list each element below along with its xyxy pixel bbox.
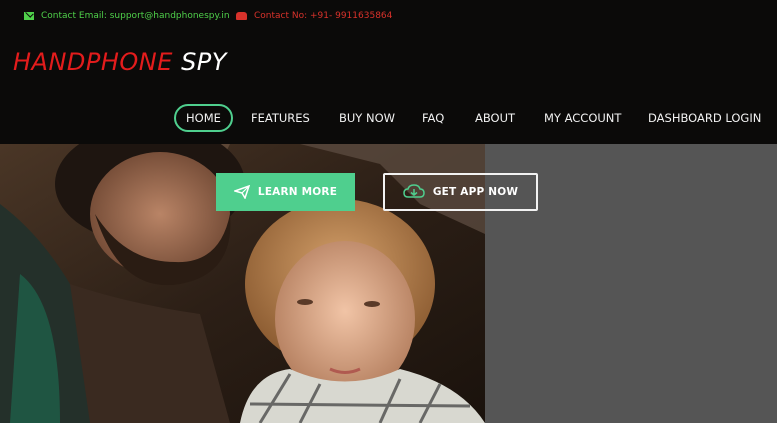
mail-icon xyxy=(24,12,34,20)
nav-home[interactable]: HOME xyxy=(174,104,233,132)
nav-faq[interactable]: FAQ xyxy=(422,104,444,132)
learn-more-label: LEARN MORE xyxy=(257,186,338,198)
phone-icon xyxy=(236,12,247,20)
nav-about[interactable]: ABOUT xyxy=(475,104,515,132)
get-app-now-button[interactable]: GET APP NOW xyxy=(383,173,538,211)
top-contact-bar: Contact Email: support@handphonespy.in C… xyxy=(0,0,777,32)
hero-section: LEARN MORE GET APP NOW xyxy=(0,144,777,423)
nav-buy-now[interactable]: BUY NOW xyxy=(339,104,395,132)
paper-plane-icon xyxy=(233,185,250,199)
logo-part-spy: SPY xyxy=(172,48,227,76)
logo-part-handphone: HANDPHONE xyxy=(13,48,173,76)
contact-email[interactable]: Contact Email: support@handphonespy.in xyxy=(24,11,230,21)
cloud-download-icon xyxy=(403,184,425,200)
nav-features[interactable]: FEATURES xyxy=(251,104,310,132)
nav-my-account[interactable]: MY ACCOUNT xyxy=(544,104,621,132)
learn-more-button[interactable]: LEARN MORE xyxy=(216,173,355,211)
contact-email-text: Contact Email: support@handphonespy.in xyxy=(41,11,230,21)
contact-phone[interactable]: Contact No: +91- 9911635864 xyxy=(236,11,392,21)
contact-phone-text: Contact No: +91- 9911635864 xyxy=(254,11,393,21)
site-logo[interactable]: HANDPHONE SPY xyxy=(13,48,227,76)
nav-dashboard-login[interactable]: DASHBOARD LOGIN xyxy=(648,104,761,132)
get-app-now-label: GET APP NOW xyxy=(432,186,519,198)
main-nav: HOME FEATURES BUY NOW FAQ ABOUT MY ACCOU… xyxy=(0,104,777,132)
